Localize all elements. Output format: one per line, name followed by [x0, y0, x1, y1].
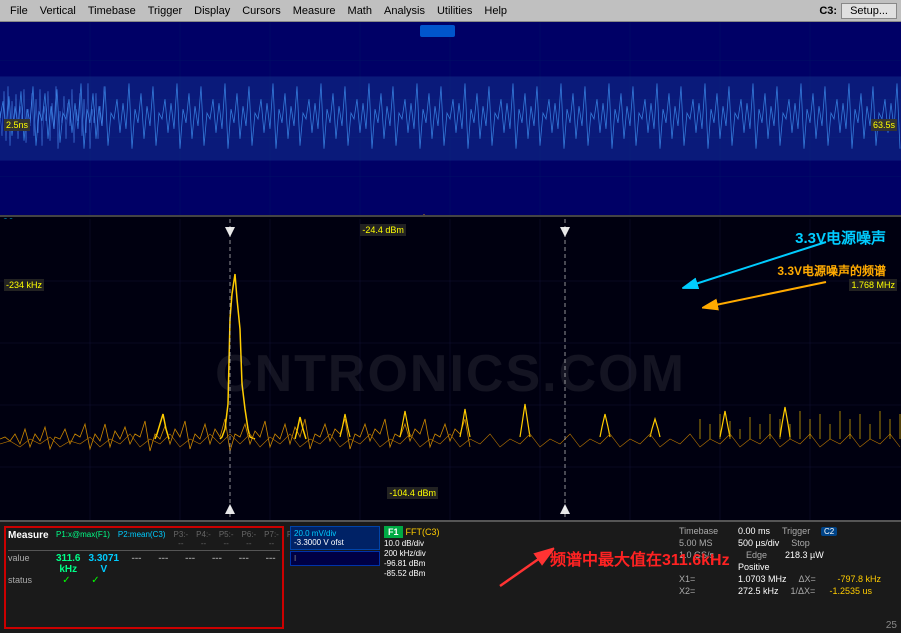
trigger-label: Trigger — [782, 526, 817, 536]
fft-db2-value: -85.52 dBm — [384, 569, 484, 578]
fft-div-value: 10.0 dB/div — [384, 539, 484, 548]
info-bar: Measure P1:x@max(F1) P2:mean(C3) P3:--- … — [0, 520, 901, 633]
dbm-marker-bottom: -104.4 dBm — [387, 487, 438, 499]
idx-label: 1/ΔX= — [791, 586, 826, 596]
right-info-section: Timebase 0.00 ms Trigger C2 5.00 MS 500 … — [679, 526, 899, 629]
measure-status-row: status ✓ ✓ — [8, 575, 280, 586]
p3-status — [114, 575, 135, 586]
menubar-right: C3: Setup... — [819, 3, 897, 19]
edge-label: Edge — [746, 550, 781, 560]
menubar: File Vertical Timebase Trigger Display C… — [0, 0, 901, 22]
freq-marker-left: -234 kHz — [4, 279, 44, 291]
menu-file[interactable]: File — [4, 3, 34, 19]
fft-info-section: F1 FFT(C3) 10.0 dB/div 200 kHz/div -96.8… — [384, 526, 484, 629]
top-panel: 2.5ns 63.5s — [0, 22, 901, 217]
p7-value: --- — [234, 553, 253, 575]
p6-status — [201, 575, 222, 586]
menu-cursors[interactable]: Cursors — [236, 3, 287, 19]
c3-extra-box: I — [290, 551, 380, 566]
x2-row: X2= 272.5 kHz 1/ΔX= -1.2535 us — [679, 586, 899, 596]
trigger-triangle — [418, 214, 430, 217]
menu-help[interactable]: Help — [478, 3, 513, 19]
c3-info-box: 20.0 mV/div -3.3000 V ofst — [290, 526, 380, 550]
time-domain-waveform — [0, 22, 901, 215]
menu-display[interactable]: Display — [188, 3, 236, 19]
menu-utilities[interactable]: Utilities — [431, 3, 478, 19]
value-label: value — [8, 553, 48, 575]
p6-header: P6:--- — [242, 530, 257, 548]
spectrum-waveform — [0, 219, 901, 529]
p3-header: P3:--- — [173, 530, 188, 548]
p3-value: --- — [127, 553, 146, 575]
scope-area: 2.5ns 63.5s C3 F1 CNTRONICS.COM — [0, 22, 901, 633]
p1-value: 311.6 kHz — [56, 553, 80, 575]
x1-label: X1= — [679, 574, 734, 584]
x2-label: X2= — [679, 586, 734, 596]
timebase-label: Timebase — [679, 526, 734, 536]
p2-status: ✓ — [85, 575, 106, 586]
p4-header: P4:--- — [196, 530, 211, 548]
power-value: 218.3 µW — [785, 550, 824, 560]
stop-label: Stop — [791, 538, 826, 548]
menu-measure[interactable]: Measure — [287, 3, 342, 19]
freq-marker-right: 1.768 MHz — [849, 279, 897, 291]
dx-value: -797.8 kHz — [838, 574, 882, 584]
p7-status — [230, 575, 251, 586]
setup-button[interactable]: Setup... — [841, 3, 897, 19]
p1-header: P1:x@max(F1) — [56, 530, 110, 548]
page-number: 25 — [886, 620, 897, 631]
measure-values-row: value 311.6 kHz 3.3071 V --- --- --- ---… — [8, 553, 280, 575]
menu-vertical[interactable]: Vertical — [34, 3, 82, 19]
positive-value: Positive — [738, 562, 770, 572]
menu-timebase[interactable]: Timebase — [82, 3, 142, 19]
ch-info-section: 20.0 mV/div -3.3000 V ofst I — [290, 526, 380, 629]
timebase-row: Timebase 0.00 ms Trigger C2 — [679, 526, 899, 536]
p1-status: ✓ — [56, 575, 77, 586]
trigger-badge: C2 — [821, 527, 837, 536]
fft-label-bar: F1 FFT(C3) — [384, 526, 484, 538]
p5-value: --- — [181, 553, 200, 575]
annotation-bottom-text: 频谱中最大值在311.6kHz — [550, 546, 730, 570]
c3-div-label: 20.0 mV/div — [294, 529, 376, 538]
menu-analysis[interactable]: Analysis — [378, 3, 431, 19]
trigger-indicator — [420, 25, 455, 37]
f1-label: F1 — [384, 526, 403, 538]
c3-offset-value: -3.3000 V ofst — [294, 538, 376, 547]
p5-header: P5:--- — [219, 530, 234, 548]
p8-status — [259, 575, 280, 586]
idx-value: -1.2535 us — [830, 586, 873, 596]
p2-value: 3.3071 V — [88, 553, 119, 575]
menu-math[interactable]: Math — [342, 3, 378, 19]
x1-row: X1= 1.0703 MHz ΔX= -797.8 kHz — [679, 574, 899, 584]
dbm-marker-top: -24.4 dBm — [360, 224, 406, 236]
annotation-bottom: 频谱中最大值在311.6kHz — [490, 526, 673, 629]
menu-trigger[interactable]: Trigger — [142, 3, 188, 19]
time-marker-left: 2.5ns — [4, 119, 30, 131]
measure-header: Measure P1:x@max(F1) P2:mean(C3) P3:--- … — [8, 530, 280, 551]
p2-header: P2:mean(C3) — [118, 530, 166, 548]
p5-status — [172, 575, 193, 586]
dx-label: ΔX= — [799, 574, 834, 584]
p8-value: --- — [261, 553, 280, 575]
timebase-value: 0.00 ms — [738, 526, 770, 536]
fft-title: FFT(C3) — [406, 527, 440, 537]
spectrum-panel: CNTRONICS.COM — [0, 219, 901, 529]
measure-section: Measure P1:x@max(F1) P2:mean(C3) P3:--- … — [4, 526, 284, 629]
x1-value: 1.0703 MHz — [738, 574, 787, 584]
p6-value: --- — [208, 553, 227, 575]
timediv-value: 500 µs/div — [738, 538, 779, 548]
p7-header: P7:--- — [264, 530, 279, 548]
status-label: status — [8, 575, 48, 586]
p4-value: --- — [154, 553, 173, 575]
p4-status — [143, 575, 164, 586]
x2-value: 272.5 kHz — [738, 586, 779, 596]
fft-db1-value: -96.81 dBm — [384, 559, 484, 568]
time-marker-right: 63.5s — [871, 119, 897, 131]
fft-khz-value: 200 kHz/div — [384, 549, 484, 558]
c3-label: C3: — [819, 5, 837, 17]
measure-title: Measure — [8, 530, 48, 548]
